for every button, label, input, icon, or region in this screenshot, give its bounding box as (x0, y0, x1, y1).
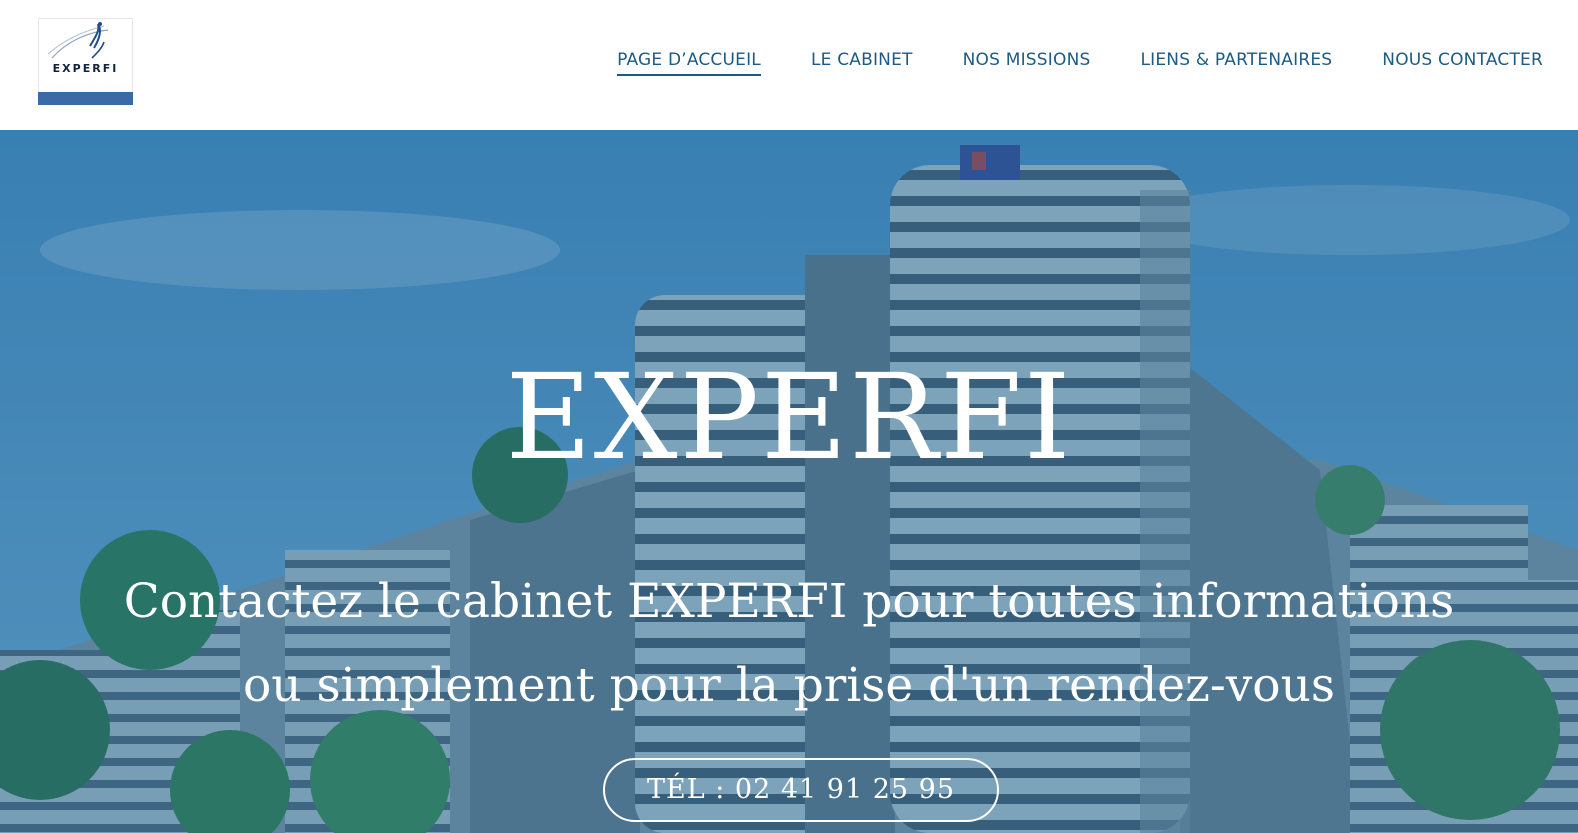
nav-item-liens-partenaires[interactable]: LIENS & PARTENAIRES (1140, 50, 1332, 76)
logo-text: EXPERFI (52, 62, 119, 75)
nav-item-cabinet[interactable]: LE CABINET (811, 50, 913, 76)
hero-section: EXPERFI Contactez le cabinet EXPERFI pou… (0, 130, 1578, 833)
main-nav: PAGE D’ACCUEIL LE CABINET NOS MISSIONS L… (617, 50, 1543, 76)
logo-bar (38, 92, 133, 105)
nav-item-missions[interactable]: NOS MISSIONS (963, 50, 1091, 76)
hero-subtitle: Contactez le cabinet EXPERFI pour toutes… (0, 560, 1578, 728)
experfi-logo[interactable]: EXPERFI (38, 18, 133, 105)
phone-cta-button[interactable]: TÉL : 02 41 91 25 95 (603, 758, 999, 822)
hero-subtitle-line2: ou simplement pour la prise d'un rendez-… (243, 658, 1335, 713)
hero-subtitle-line1: Contactez le cabinet EXPERFI pour toutes… (123, 574, 1455, 629)
hero-title: EXPERFI (505, 348, 1073, 486)
nav-item-accueil[interactable]: PAGE D’ACCUEIL (617, 50, 761, 76)
site-header: EXPERFI PAGE D’ACCUEIL LE CABINET NOS MI… (0, 0, 1578, 130)
nav-item-contact[interactable]: NOUS CONTACTER (1382, 50, 1543, 76)
